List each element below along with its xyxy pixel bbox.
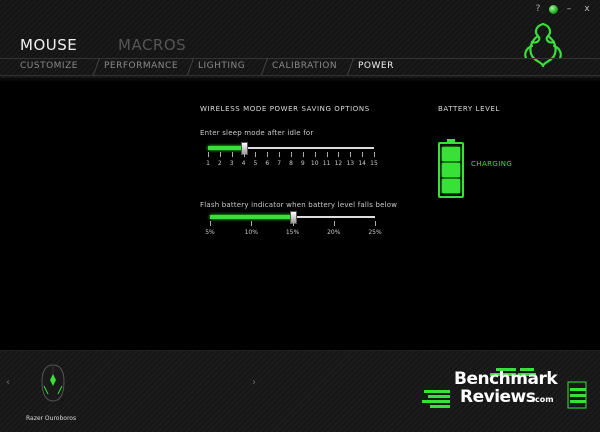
sleep-slider-ticks (208, 152, 375, 157)
sleep-tick (291, 152, 292, 157)
razer-synapse-window: ? – x MOUSE MACROS CUSTOMIZE PERFORMANCE… (0, 0, 600, 432)
sleep-tick (374, 152, 375, 157)
flash-tick-label: 5% (205, 229, 215, 236)
sleep-slider-tick-labels: 1 2 3 4 5 6 7 8 9 10 11 12 13 14 15 (206, 160, 378, 168)
sleep-tick (208, 152, 209, 157)
sleep-tick-label: 15 (370, 160, 378, 167)
battery-cell (442, 179, 460, 193)
mouse-device-icon[interactable] (40, 364, 66, 402)
flash-tick (210, 221, 211, 226)
tab-separator (260, 58, 269, 75)
sleep-mode-label: Enter sleep mode after idle for (200, 129, 314, 137)
sleep-tick (279, 152, 281, 157)
flash-slider-fill (210, 215, 293, 219)
tab-separator (346, 58, 355, 75)
device-name: Razer Ouroboros (26, 415, 77, 422)
battery-cell (442, 163, 460, 177)
scroll-left-icon[interactable]: ‹ (6, 377, 10, 388)
flash-tick-label: 20% (327, 229, 341, 236)
tab-mouse[interactable]: MOUSE (20, 36, 77, 54)
flash-tick (333, 221, 335, 226)
sleep-slider[interactable] (208, 142, 374, 155)
battery-cap (447, 139, 455, 142)
benchmark-reviews-watermark: Benchmark Reviews .com (420, 368, 592, 426)
sleep-slider-fill (208, 146, 244, 150)
sleep-tick (243, 152, 245, 157)
power-section-title: WIRELESS MODE POWER SAVING OPTIONS (200, 105, 370, 113)
flash-battery-label: Flash battery indicator when battery lev… (200, 201, 398, 209)
flash-tick-label: 25% (368, 229, 382, 236)
flash-tick (292, 221, 294, 226)
tab-calibration-label: CALIBRATION (272, 61, 338, 71)
sleep-tick (314, 152, 316, 157)
sleep-tick (338, 152, 340, 157)
watermark-line2: Reviews (460, 387, 536, 407)
battery-icon (438, 139, 464, 198)
help-button[interactable]: ? (531, 3, 545, 15)
tab-separator (186, 58, 195, 75)
flash-battery-slider[interactable] (210, 211, 375, 224)
battery-level-title: BATTERY LEVEL (438, 105, 501, 113)
flash-tick (251, 221, 253, 226)
watermark-line1: Benchmark (454, 369, 558, 389)
flash-slider-ticks (210, 221, 376, 226)
flash-tick-label: 10% (244, 229, 258, 236)
sleep-tick (362, 152, 364, 157)
tab-lighting[interactable]: LIGHTING (186, 58, 246, 75)
flash-slider-tick-labels: 5% 10% 15% 20% 25% (205, 229, 381, 237)
flash-tick-label: 15% (285, 229, 300, 236)
sleep-tick (255, 152, 257, 157)
tab-separator (92, 58, 101, 75)
tab-customize[interactable]: CUSTOMIZE (20, 61, 78, 71)
sleep-tick (231, 152, 233, 157)
battery-cell (442, 147, 460, 161)
sleep-tick (326, 152, 328, 157)
sleep-tick (219, 152, 221, 157)
battery-status: CHARGING (471, 160, 513, 168)
tab-performance-label: PERFORMANCE (104, 61, 179, 71)
watermark-suffix: .com (532, 395, 554, 404)
status-indicator-icon (549, 5, 558, 14)
tab-performance[interactable]: PERFORMANCE (92, 58, 179, 75)
tab-lighting-label: LIGHTING (198, 61, 246, 71)
tab-calibration[interactable]: CALIBRATION (260, 58, 338, 75)
minimize-button[interactable]: – (562, 3, 576, 15)
flash-tick (375, 221, 376, 226)
tab-power-label: POWER (358, 61, 394, 71)
tab-power[interactable]: POWER (346, 58, 394, 75)
window-controls: ? – x (531, 3, 594, 15)
sleep-tick (267, 152, 269, 157)
tab-macros[interactable]: MACROS (118, 36, 186, 54)
sleep-tick (302, 152, 304, 157)
sub-tab-bar: CUSTOMIZE PERFORMANCE LIGHTING CALIBRATI… (0, 58, 600, 76)
sleep-tick (350, 152, 352, 157)
close-button[interactable]: x (580, 3, 594, 15)
scroll-right-icon[interactable]: › (252, 377, 256, 388)
